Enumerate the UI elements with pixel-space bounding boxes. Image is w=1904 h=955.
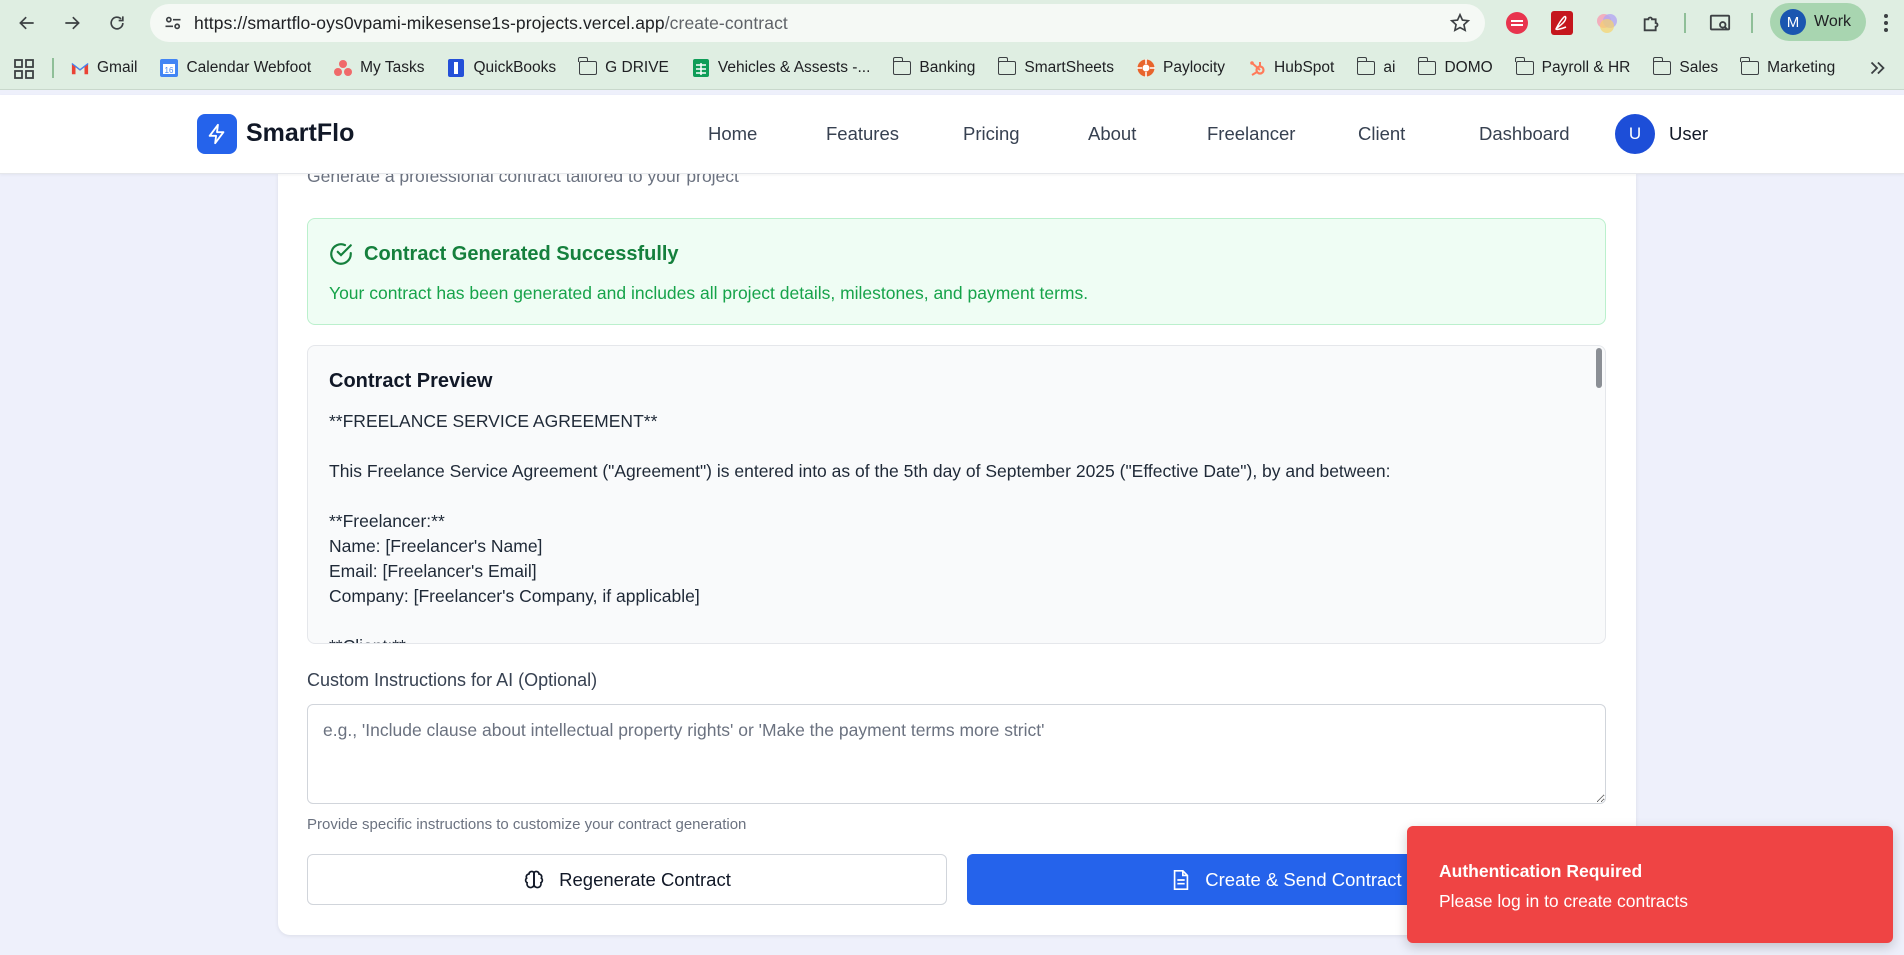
hubspot-icon [1248, 59, 1266, 77]
user-avatar[interactable]: U [1615, 114, 1655, 154]
colorful-extension-icon[interactable] [1593, 9, 1621, 37]
bookmark-vehicles[interactable]: Vehicles & Assests -... [692, 59, 870, 77]
extension-red-icon[interactable] [1503, 9, 1531, 37]
custom-instructions-label: Custom Instructions for AI (Optional) [307, 670, 598, 690]
app-navbar: SmartFlo Home Features Pricing About Fre… [0, 95, 1904, 174]
bookmark-paylocity[interactable]: Paylocity [1137, 59, 1225, 77]
bookmark-payroll-hr[interactable]: Payroll & HR [1514, 57, 1630, 77]
sheets-icon [692, 59, 710, 77]
url-text[interactable]: https://smartflo-oys0vpami-mikesense1s-p… [194, 13, 788, 34]
calendar-icon: 16 [160, 59, 179, 77]
reload-button[interactable] [102, 8, 132, 38]
tab-search-icon[interactable] [1706, 9, 1734, 37]
bookmarks-overflow-icon[interactable] [1866, 57, 1888, 84]
bookmark-my-tasks[interactable]: My Tasks [334, 59, 424, 77]
apps-grid-icon[interactable] [14, 59, 34, 84]
bookmark-quickbooks[interactable]: QuickBooks [447, 59, 556, 77]
bookmark-hubspot[interactable]: HubSpot [1248, 59, 1334, 77]
reload-icon [110, 16, 124, 30]
create-send-label: Create & Send Contract [1205, 868, 1402, 890]
custom-instructions-help: Provide specific instructions to customi… [307, 816, 747, 833]
document-icon [1174, 869, 1189, 890]
bookmark-ai[interactable]: ai [1356, 57, 1395, 77]
toast-message: Please log in to create contracts [1439, 891, 1689, 911]
preview-title: Contract Preview [329, 370, 493, 392]
brain-icon [524, 870, 544, 888]
bookmark-calendar[interactable]: 16 Calendar Webfoot [160, 59, 311, 77]
profile-button[interactable]: M Work [1770, 3, 1866, 41]
folder-icon [892, 57, 912, 77]
lightning-icon [208, 123, 225, 145]
folder-icon [578, 57, 598, 77]
bookmark-banking[interactable]: Banking [892, 57, 975, 77]
paylocity-icon [1137, 59, 1155, 77]
regenerate-contract-button[interactable]: Regenerate Contract [307, 854, 947, 905]
bookmark-g-drive[interactable]: G DRIVE [578, 57, 669, 77]
folder-icon [1514, 57, 1534, 77]
contract-preview[interactable]: Contract Preview **FREELANCE SERVICE AGR… [307, 345, 1606, 644]
brand-name[interactable]: SmartFlo [246, 119, 354, 148]
browser-menu-icon[interactable] [1876, 10, 1896, 36]
profile-label: Work [1814, 13, 1852, 30]
nav-about[interactable]: About [1088, 123, 1136, 145]
bookmark-marketing[interactable]: Marketing [1740, 57, 1835, 77]
bookmark-smartsheets[interactable]: SmartSheets [997, 57, 1114, 77]
folder-icon [1356, 57, 1376, 77]
browser-toolbar: https://smartflo-oys0vpami-mikesense1s-p… [0, 0, 1904, 46]
success-alert: Contract Generated Successfully Your con… [307, 218, 1606, 325]
bookmark-gmail[interactable]: Gmail [71, 59, 137, 77]
nav-dashboard[interactable]: Dashboard [1479, 123, 1570, 145]
bookmarks-divider [52, 58, 54, 78]
nav-home[interactable]: Home [708, 123, 757, 145]
folder-icon [1740, 57, 1760, 77]
toolbar-divider [1751, 13, 1753, 33]
bookmarks-bar: Gmail 16 Calendar Webfoot My Tasks QuickB… [0, 46, 1904, 90]
auth-error-toast[interactable]: Authentication Required Please log in to… [1407, 826, 1893, 943]
bookmarks-list: Gmail 16 Calendar Webfoot My Tasks QuickB… [71, 46, 1858, 90]
success-title: Contract Generated Successfully [364, 242, 679, 265]
preview-scrollbar[interactable] [1596, 348, 1602, 388]
custom-instructions-input[interactable] [307, 704, 1606, 804]
site-settings-icon[interactable] [158, 8, 188, 38]
regenerate-label: Regenerate Contract [559, 868, 731, 890]
nav-features[interactable]: Features [826, 123, 899, 145]
gmail-icon [71, 59, 89, 77]
bookmark-sales[interactable]: Sales [1652, 57, 1718, 77]
toolbar-divider [1684, 13, 1686, 33]
extensions-puzzle-icon[interactable] [1638, 9, 1666, 37]
arrow-left-icon [19, 16, 34, 30]
arrow-right-icon [65, 16, 80, 30]
nav-client[interactable]: Client [1358, 123, 1405, 145]
forward-button[interactable] [57, 8, 87, 38]
logo[interactable] [197, 114, 237, 154]
bookmark-domo[interactable]: DOMO [1417, 57, 1493, 77]
svg-text:16: 16 [165, 66, 174, 75]
nav-pricing[interactable]: Pricing [963, 123, 1020, 145]
folder-icon [997, 57, 1017, 77]
folder-icon [1652, 57, 1672, 77]
back-button[interactable] [12, 8, 42, 38]
nav-freelancer[interactable]: Freelancer [1207, 123, 1295, 145]
success-description: Your contract has been generated and inc… [329, 283, 1089, 303]
check-circle-icon [330, 243, 352, 265]
preview-body: **FREELANCE SERVICE AGREEMENT** This Fre… [329, 411, 1391, 643]
toast-title: Authentication Required [1439, 861, 1643, 881]
user-menu-label[interactable]: User [1669, 123, 1708, 145]
pdf-extension-icon[interactable] [1548, 9, 1576, 37]
bookmark-star-icon[interactable] [1449, 12, 1471, 39]
folder-icon [1417, 57, 1437, 77]
tasks-icon [334, 59, 353, 77]
profile-avatar: M [1780, 9, 1806, 35]
address-bar[interactable]: https://smartflo-oys0vpami-mikesense1s-p… [150, 4, 1485, 42]
quickbooks-icon [447, 59, 465, 77]
